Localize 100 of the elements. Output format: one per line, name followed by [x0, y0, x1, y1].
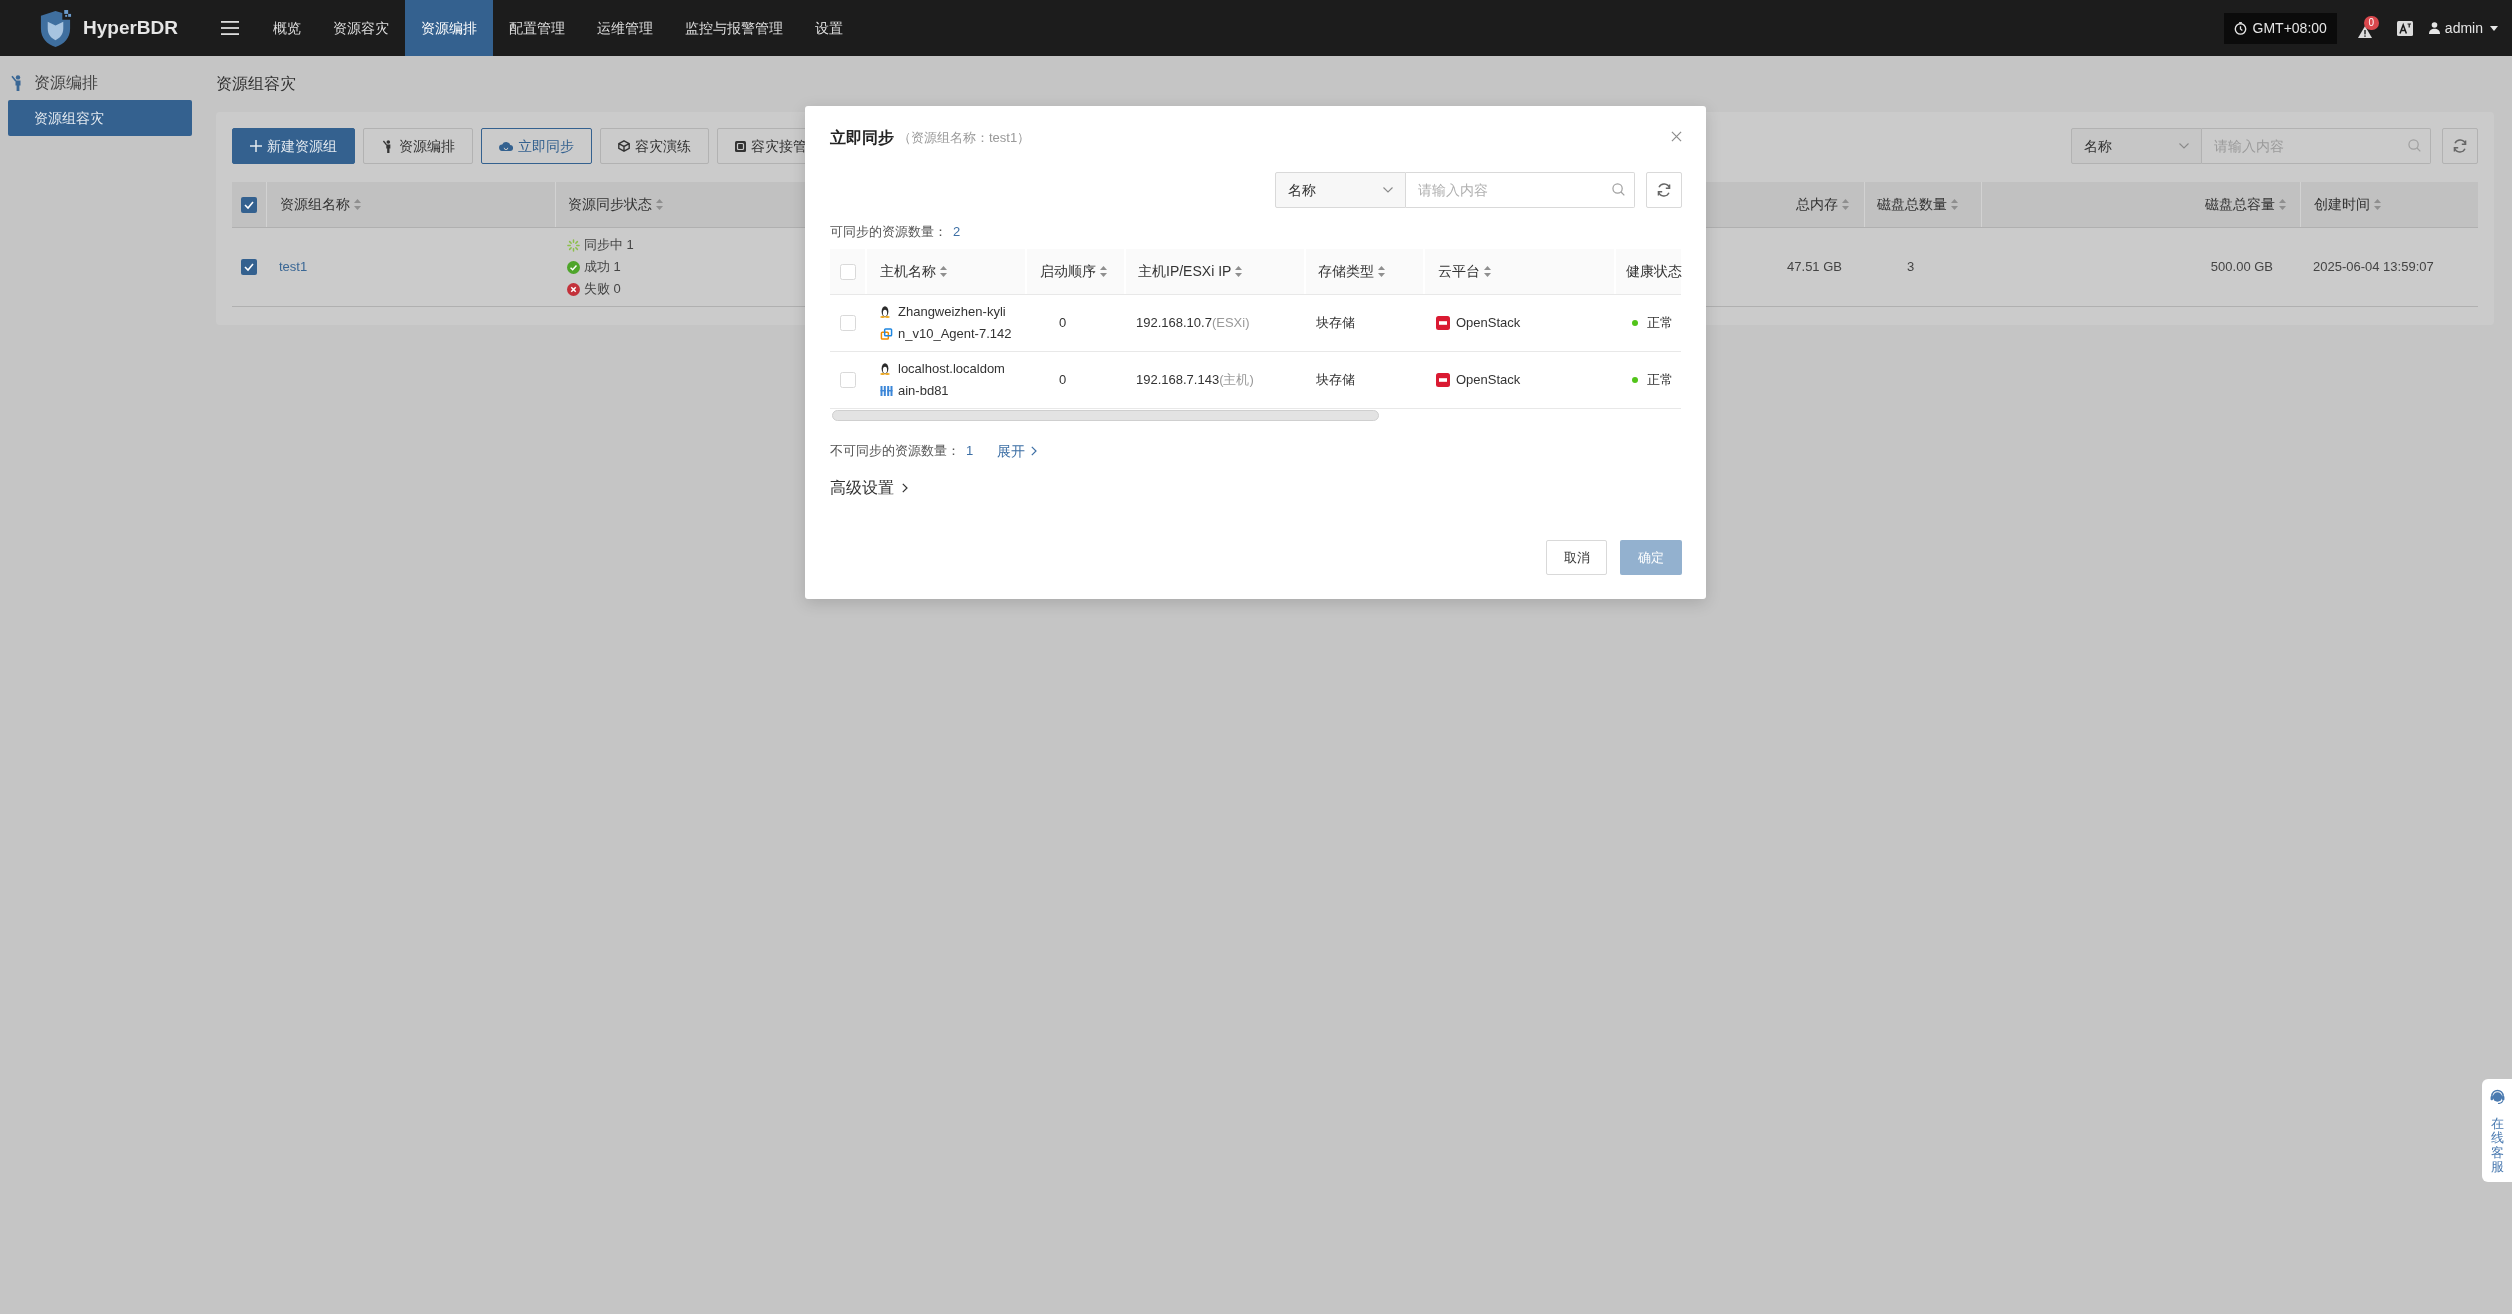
count-value: 1: [966, 442, 974, 461]
sort-icon[interactable]: [1842, 199, 1849, 210]
table-cell-text: 0: [1059, 371, 1067, 390]
field-dropdown[interactable]: 名称: [2071, 128, 2202, 164]
sort-icon[interactable]: [940, 266, 947, 277]
table-cell-text: 500.00 GB: [2210, 258, 2273, 277]
table-cell-text: 47.51 GB: [1787, 258, 1842, 277]
search-field[interactable]: 请输入内容: [1406, 172, 1635, 208]
toolbar-button[interactable]: 立即同步: [481, 128, 592, 164]
chevron-right-icon: [902, 483, 908, 493]
ip-address: 192.168.10.7: [1136, 314, 1212, 333]
dialog-subtitle: （资源组名称：test1）: [898, 129, 1031, 148]
spinner-icon: [567, 238, 580, 252]
advanced-settings-toggle[interactable]: 高级设置: [830, 476, 908, 500]
column-header: 总内存: [1796, 195, 1838, 214]
close-icon[interactable]: [1671, 130, 1682, 142]
health-status: 正常: [1647, 371, 1673, 390]
column-header: 主机名称: [880, 262, 936, 281]
column-header: 云平台: [1438, 262, 1480, 281]
column-header: 磁盘总容量: [2205, 195, 2275, 214]
online-support-button[interactable]: 在线客服: [2482, 1079, 2512, 1182]
column-header: 资源组名称: [280, 195, 350, 214]
sort-icon[interactable]: [1378, 266, 1385, 277]
refresh-button[interactable]: [1646, 172, 1682, 208]
sort-icon[interactable]: [1951, 199, 1958, 210]
nav-tab[interactable]: 运维管理: [581, 0, 670, 56]
search-icon: [2408, 139, 2421, 152]
sort-icon[interactable]: [2374, 199, 2381, 210]
table-cell-text: 3: [1907, 258, 1915, 277]
plus-icon: [250, 140, 262, 152]
cube-icon: [618, 140, 630, 152]
nav-tab[interactable]: 资源容灾: [317, 0, 406, 56]
warning-icon[interactable]: [2357, 26, 2372, 38]
table-cell-text: OpenStack: [1456, 314, 1521, 333]
sync-status: 成功 1: [584, 258, 621, 277]
platform-logo-icon: [1436, 316, 1450, 330]
field-dropdown[interactable]: 名称: [1275, 172, 1406, 208]
sort-icon[interactable]: [656, 199, 663, 210]
toolbar-button[interactable]: 容灾演练: [600, 128, 709, 164]
x-circle-icon: [567, 282, 580, 296]
dialog-title: 立即同步: [830, 128, 894, 148]
sidebar-title: 资源编排: [34, 73, 98, 93]
column-header: 健康状态: [1626, 262, 1682, 281]
user-menu-button[interactable]: admin: [2428, 17, 2498, 39]
brand-name: HyperBDR: [83, 15, 179, 40]
count-label: 可同步的资源数量：: [830, 223, 947, 242]
chevron-down-icon: [2179, 143, 2189, 149]
penguin-icon: [880, 363, 890, 375]
page-title: 资源组容灾: [216, 74, 296, 94]
toolbar-button[interactable]: 新建资源组: [232, 128, 355, 164]
count-value: 2: [953, 223, 961, 242]
caret-icon: [2490, 25, 2498, 31]
overlapping-squares-icon: [880, 328, 893, 340]
nav-tab[interactable]: 概览: [257, 0, 318, 56]
checkbox[interactable]: [839, 263, 856, 280]
host-name: localhost.localdomain-bd81: [898, 360, 1006, 400]
column-header: 启动顺序: [1040, 262, 1096, 281]
sync-status: 失败 0: [584, 280, 621, 299]
expand-link[interactable]: 展开: [997, 440, 1038, 462]
column-header: 存储类型: [1318, 262, 1374, 281]
scrollbar[interactable]: [832, 410, 1379, 421]
refresh-icon: [2452, 138, 2468, 154]
clock-icon: [2233, 21, 2247, 35]
bars-icon: [880, 385, 893, 397]
refresh-icon: [1656, 182, 1672, 198]
sort-icon[interactable]: [1484, 266, 1491, 277]
platform-logo-icon: [1436, 373, 1450, 387]
checkbox[interactable]: [241, 259, 257, 275]
headset-icon: [2489, 1089, 2505, 1104]
sort-icon[interactable]: [354, 199, 361, 210]
checkbox[interactable]: [839, 315, 856, 331]
table-cell-text: 块存储: [1316, 371, 1355, 390]
table-cell-text: 0: [1059, 314, 1067, 333]
toolbar-button[interactable]: 资源编排: [363, 128, 473, 164]
user-icon: [2428, 22, 2440, 34]
chevron-right-icon: [1031, 446, 1038, 456]
sort-icon[interactable]: [1235, 266, 1243, 277]
ip-type: (主机): [1219, 371, 1254, 390]
nav-tab[interactable]: 配置管理: [493, 0, 582, 56]
resource-group-link[interactable]: test1: [279, 257, 308, 277]
checkbox[interactable]: [241, 196, 257, 213]
penguin-icon: [880, 306, 890, 318]
notification-badge: 0: [2363, 16, 2379, 30]
translate-icon[interactable]: [2396, 20, 2413, 36]
column-header: 主机IP/ESXi IP: [1138, 262, 1232, 281]
nav-tab[interactable]: 资源编排: [405, 0, 494, 56]
sidebar-item[interactable]: 资源组容灾: [8, 100, 192, 136]
menu-icon[interactable]: [221, 21, 240, 35]
search-icon: [1612, 183, 1625, 196]
column-header: 资源同步状态: [568, 195, 652, 214]
nav-tab[interactable]: 监控与报警管理: [669, 0, 800, 56]
column-header: 创建时间: [2314, 195, 2370, 214]
sort-icon[interactable]: [2279, 199, 2286, 210]
check-circle-icon: [567, 260, 580, 274]
sort-icon[interactable]: [1100, 266, 1107, 277]
nav-tab[interactable]: 设置: [799, 0, 860, 56]
refresh-button[interactable]: [2442, 128, 2478, 164]
timezone-button[interactable]: GMT+08:00: [2223, 12, 2337, 44]
checkbox[interactable]: [839, 372, 856, 388]
cancel-button[interactable]: 取消: [1546, 540, 1607, 575]
